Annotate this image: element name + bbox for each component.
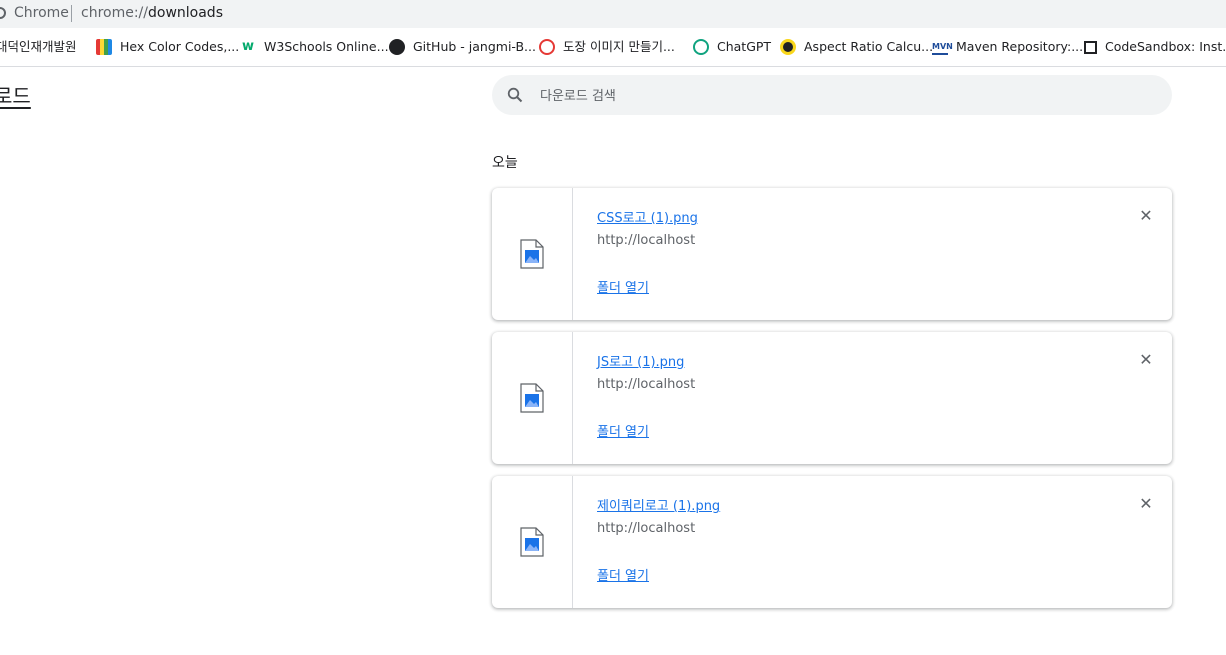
file-name-link[interactable]: 제이쿼리로고 (1).png xyxy=(597,495,720,514)
page-title: 로드 xyxy=(0,84,31,108)
file-source-url: http://localhost xyxy=(597,521,696,536)
open-folder-link[interactable]: 폴더 열기 xyxy=(597,421,649,440)
aspect-ratio-icon xyxy=(780,39,796,55)
bookmark-github[interactable]: GitHub - jangmi-B... xyxy=(389,39,536,55)
download-item: JS로고 (1).png http://localhost 폴더 열기 ✕ xyxy=(492,332,1172,464)
bookmark-hex-color-codes[interactable]: Hex Color Codes,... xyxy=(96,39,239,55)
bookmarks-bar: 대덕인재개발원 Hex Color Codes,... w W3Schools … xyxy=(0,28,1226,67)
search-input[interactable] xyxy=(538,75,1142,117)
address-bar[interactable]: Chrome chrome://downloads xyxy=(0,0,1226,28)
bookmark-label: Maven Repository:... xyxy=(956,39,1084,54)
bookmark-label: GitHub - jangmi-B... xyxy=(413,39,536,54)
bookmark-aspect-ratio[interactable]: Aspect Ratio Calcu... xyxy=(780,39,933,55)
file-source-url: http://localhost xyxy=(597,233,696,248)
bookmark-label: Aspect Ratio Calcu... xyxy=(804,39,934,54)
open-folder-link[interactable]: 폴더 열기 xyxy=(597,565,649,584)
open-folder-link[interactable]: 폴더 열기 xyxy=(597,277,649,296)
file-name-link[interactable]: JS로고 (1).png xyxy=(597,351,684,370)
url-text[interactable]: chrome://downloads xyxy=(81,5,223,21)
chatgpt-icon xyxy=(693,39,709,55)
bookmark-daedeok[interactable]: 대덕인재개발원 xyxy=(0,39,77,55)
bookmark-label: 대덕인재개발원 xyxy=(0,39,77,54)
image-file-icon xyxy=(520,383,544,413)
bookmark-label: Hex Color Codes,... xyxy=(120,39,240,54)
bookmark-stamp-maker[interactable]: 도장 이미지 만들기... xyxy=(539,39,675,55)
file-name-link[interactable]: CSS로고 (1).png xyxy=(597,207,698,226)
site-chip: Chrome xyxy=(14,5,69,21)
bookmark-chatgpt[interactable]: ChatGPT xyxy=(693,39,771,55)
codesandbox-icon xyxy=(1084,40,1097,54)
close-icon[interactable]: ✕ xyxy=(1136,350,1156,370)
bookmark-label: ChatGPT xyxy=(717,39,772,54)
image-file-icon xyxy=(520,527,544,557)
close-icon[interactable]: ✕ xyxy=(1136,206,1156,226)
stamp-icon xyxy=(539,39,555,55)
image-file-icon xyxy=(520,239,544,269)
download-item: 제이쿼리로고 (1).png http://localhost 폴더 열기 ✕ xyxy=(492,476,1172,608)
w3schools-icon: w xyxy=(241,39,254,54)
date-header: 오늘 xyxy=(492,155,518,171)
address-divider xyxy=(71,5,72,22)
download-item: CSS로고 (1).png http://localhost 폴더 열기 ✕ xyxy=(492,188,1172,320)
close-icon[interactable]: ✕ xyxy=(1136,494,1156,514)
search-box[interactable] xyxy=(492,75,1172,117)
bookmark-label: 도장 이미지 만들기... xyxy=(563,39,675,54)
github-icon xyxy=(389,39,405,55)
bookmark-w3schools[interactable]: w W3Schools Online... xyxy=(240,39,389,55)
file-icon-column xyxy=(492,332,573,464)
file-icon-column xyxy=(492,188,573,320)
bookmark-maven[interactable]: MVN Maven Repository:... xyxy=(932,39,1083,55)
maven-icon: MVN xyxy=(932,39,953,55)
search-icon xyxy=(507,87,523,103)
bookmark-label: W3Schools Online... xyxy=(264,39,389,54)
bookmark-label: CodeSandbox: Inst... xyxy=(1105,39,1226,54)
file-source-url: http://localhost xyxy=(597,377,696,392)
url-scheme: chrome:// xyxy=(81,5,148,21)
url-path: downloads xyxy=(148,5,223,21)
file-icon-column xyxy=(492,476,573,608)
bookmark-codesandbox[interactable]: CodeSandbox: Inst... xyxy=(1084,39,1226,55)
books-icon xyxy=(96,39,112,55)
chrome-icon xyxy=(0,7,6,19)
